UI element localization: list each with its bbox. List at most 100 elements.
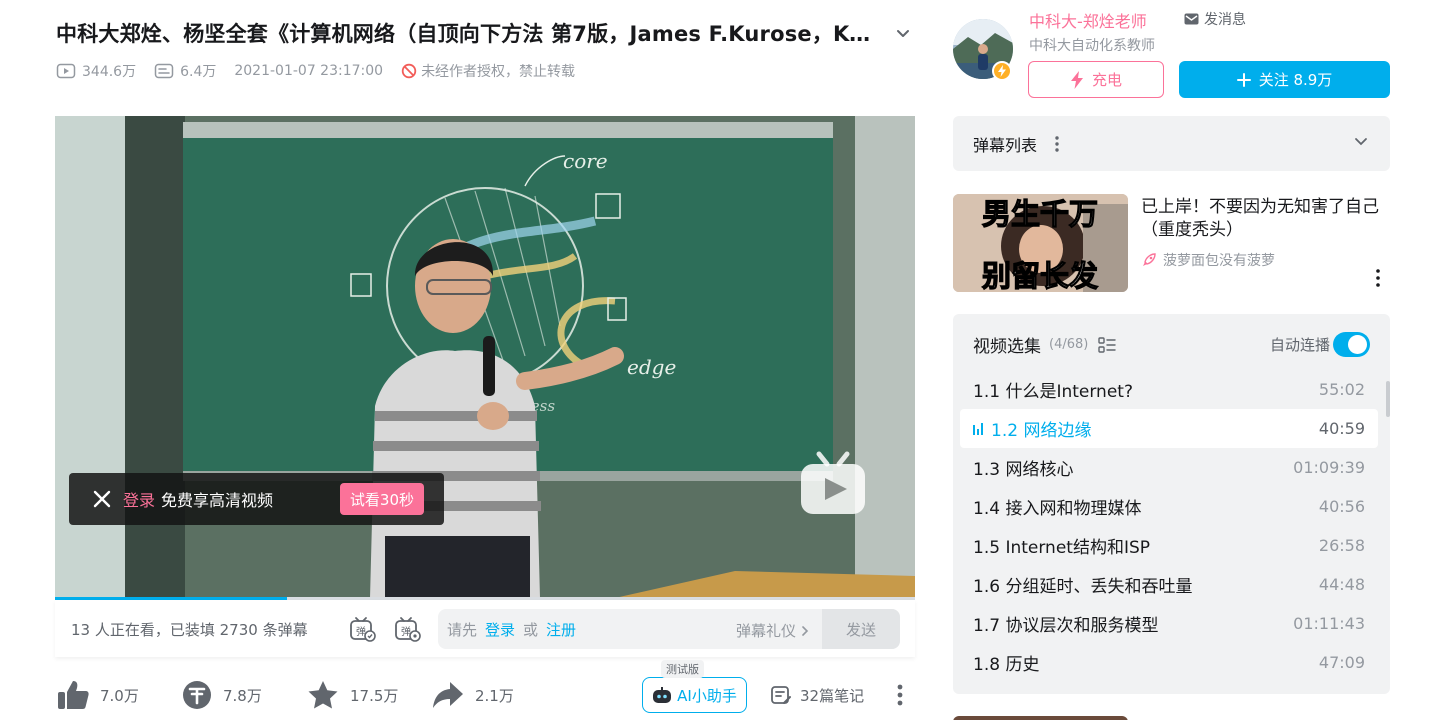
- publish-date: 2021-01-07 23:17:00: [234, 63, 384, 79]
- play-count-icon: [56, 63, 76, 79]
- episode-duration: 44:48: [1318, 575, 1365, 594]
- danmaku-toggle-icon: 弹: [350, 617, 376, 642]
- like-button[interactable]: 7.0万: [56, 675, 139, 715]
- more-vertical-icon: [1055, 135, 1059, 152]
- coin-count: 7.8万: [223, 686, 262, 705]
- thumbnail-text-line1: 男生千万: [982, 197, 1098, 231]
- playlist-header: 视频选集 (4/68): [973, 332, 1117, 357]
- title-expand-toggle[interactable]: [892, 22, 914, 44]
- playlist-episode[interactable]: 1.5 Internet结构和ISP 26:58: [960, 526, 1378, 565]
- danmaku-etiquette-link[interactable]: 弹幕礼仪: [736, 620, 810, 641]
- more-vertical-icon: [1376, 269, 1380, 287]
- video-meta: 344.6万 6.4万 2021-01-07 23:17:00 未经作者授权，禁…: [56, 60, 575, 82]
- notes-icon: [771, 686, 791, 704]
- play-count-value: 344.6万: [82, 64, 137, 80]
- playlist-episode[interactable]: 1.1 什么是Internet? 55:02: [960, 370, 1378, 409]
- recommended-title: 已上岸！不要因为无知害了自己（重度秃头）: [1141, 197, 1379, 240]
- board-word-edge: edge: [627, 355, 676, 379]
- playlist-episode[interactable]: 1.7 协议层次和服务模型 01:11:43: [960, 604, 1378, 643]
- charge-badge: [992, 61, 1012, 81]
- share-count: 2.1万: [475, 686, 514, 705]
- copyright-notice: 未经作者授权，禁止转载: [401, 61, 575, 81]
- episode-duration: 01:09:39: [1293, 458, 1365, 477]
- banner-close-button[interactable]: [91, 488, 113, 510]
- lightning-icon: [998, 65, 1006, 77]
- ai-assistant-button[interactable]: AI小助手: [642, 677, 747, 713]
- playlist-view-toggle[interactable]: [1098, 336, 1117, 353]
- lightning-icon: [1070, 70, 1083, 89]
- ai-assistant-label: AI小助手: [677, 686, 737, 705]
- copyright-text: 未经作者授权，禁止转载: [421, 64, 576, 80]
- banner-login-link[interactable]: 登录: [123, 487, 155, 511]
- danmaku-bar: 13 人正在看，已装填 2730 条弹幕 弹 弹 请先 登录 或 注册 弹幕礼仪…: [55, 600, 915, 657]
- coin-icon: [183, 681, 211, 709]
- episode-title: 1.6 分组延时、丢失和吞吐量: [973, 577, 1193, 597]
- video-title: 中科大郑烇、杨坚全套《计算机网络（自顶向下方法 第7版，James F.Kuro…: [56, 22, 876, 46]
- recommended-thumbnail: 男生千万 别留长发: [953, 194, 1128, 292]
- danmaku-count-icon: [154, 63, 174, 79]
- autoplay-toggle[interactable]: [1333, 332, 1370, 357]
- video-player[interactable]: core edge access: [55, 116, 915, 598]
- playlist-episode[interactable]: 1.3 网络核心 01:09:39: [960, 448, 1378, 487]
- thumbnail-text-line2: 别留长发: [982, 259, 1098, 292]
- danmaku-input[interactable]: 请先 登录 或 注册 弹幕礼仪 发送: [438, 609, 900, 649]
- board-word-core: core: [563, 149, 608, 173]
- danmaku-count: 6.4万: [154, 61, 216, 81]
- follow-button[interactable]: 关注 8.9万: [1179, 61, 1390, 98]
- danmaku-send-button[interactable]: 发送: [822, 609, 900, 649]
- episode-title: 1.1 什么是Internet?: [973, 382, 1133, 402]
- plus-icon: [1236, 72, 1251, 87]
- coin-button[interactable]: 7.8万: [181, 675, 262, 715]
- playlist-episode[interactable]: 1.6 分组延时、丢失和吞吐量 44:48: [960, 565, 1378, 604]
- chevron-down-icon: [1355, 138, 1367, 146]
- danmaku-prompt-prefix: 请先: [447, 620, 478, 639]
- bilibili-tv-icon[interactable]: [797, 448, 869, 516]
- charge-button[interactable]: 充电: [1028, 61, 1164, 98]
- episode-duration: 01:11:43: [1293, 614, 1365, 633]
- danmaku-list-label: 弹幕列表: [973, 135, 1038, 155]
- uploader-description: 中科大自动化系教师: [1029, 38, 1155, 54]
- playlist-count: (4/68): [1049, 337, 1089, 352]
- playlist-episode[interactable]: 1.8 历史 47:09: [960, 643, 1378, 682]
- send-message-link[interactable]: 发消息: [1184, 9, 1246, 29]
- danmaku-login-link[interactable]: 登录: [485, 619, 515, 640]
- trial-30s-button[interactable]: 试看30秒: [339, 483, 424, 515]
- episode-title: 1.2 网络边缘: [991, 421, 1092, 441]
- danmaku-list-more-button[interactable]: [1055, 135, 1059, 152]
- mail-icon: [1184, 13, 1199, 25]
- episode-title: 1.7 协议层次和服务模型: [973, 616, 1159, 636]
- episode-duration: 47:09: [1318, 653, 1365, 672]
- playlist-scrollbar[interactable]: [1386, 381, 1390, 417]
- uploader-name[interactable]: 中科大-郑烇老师: [1029, 8, 1147, 32]
- episode-title: 1.5 Internet结构和ISP: [973, 538, 1150, 558]
- recommended-more-button[interactable]: [1374, 268, 1382, 288]
- favorite-button[interactable]: 17.5万: [306, 675, 398, 715]
- danmaku-settings-icon: 弹: [395, 617, 421, 642]
- close-icon: [93, 490, 111, 508]
- charge-label: 充电: [1091, 71, 1122, 89]
- danmaku-list-toggle[interactable]: 弹幕列表: [953, 116, 1390, 171]
- danmaku-settings-button[interactable]: 弹: [393, 614, 423, 644]
- like-icon: [58, 681, 89, 709]
- recommended-video-card[interactable]: 男生千万 别留长发 已上岸！不要因为无知害了自己（重度秃头） 菠萝面包没有菠萝: [953, 194, 1390, 292]
- share-icon: [433, 682, 463, 708]
- favorite-count: 17.5万: [350, 686, 399, 705]
- danmaku-register-link[interactable]: 注册: [546, 619, 576, 640]
- episode-duration: 40:56: [1318, 497, 1365, 516]
- video-title-row: 中科大郑烇、杨坚全套《计算机网络（自顶向下方法 第7版，James F.Kuro…: [56, 18, 916, 48]
- robot-icon: [653, 687, 672, 703]
- recommended-author-name: 菠萝面包没有菠萝: [1163, 253, 1275, 269]
- more-actions-button[interactable]: [892, 683, 908, 707]
- follow-label: 关注 8.9万: [1258, 71, 1333, 89]
- favorite-icon: [308, 681, 338, 709]
- danmaku-toggle-button[interactable]: 弹: [348, 614, 378, 644]
- danmaku-etiquette-label: 弹幕礼仪: [735, 622, 796, 640]
- notes-button[interactable]: 32篇笔记: [770, 675, 864, 715]
- episode-duration: 26:58: [1318, 536, 1365, 555]
- next-recommendation-thumbnail[interactable]: [953, 716, 1128, 720]
- share-button[interactable]: 2.1万: [431, 675, 514, 715]
- playlist-episode[interactable]: 1.4 接入网和物理媒体 40:56: [960, 487, 1378, 526]
- episode-title: 1.4 接入网和物理媒体: [973, 499, 1142, 519]
- playlist-episode-active[interactable]: 1.2 网络边缘 40:59: [960, 409, 1378, 448]
- banner-text: 免费享高清视频: [161, 491, 274, 510]
